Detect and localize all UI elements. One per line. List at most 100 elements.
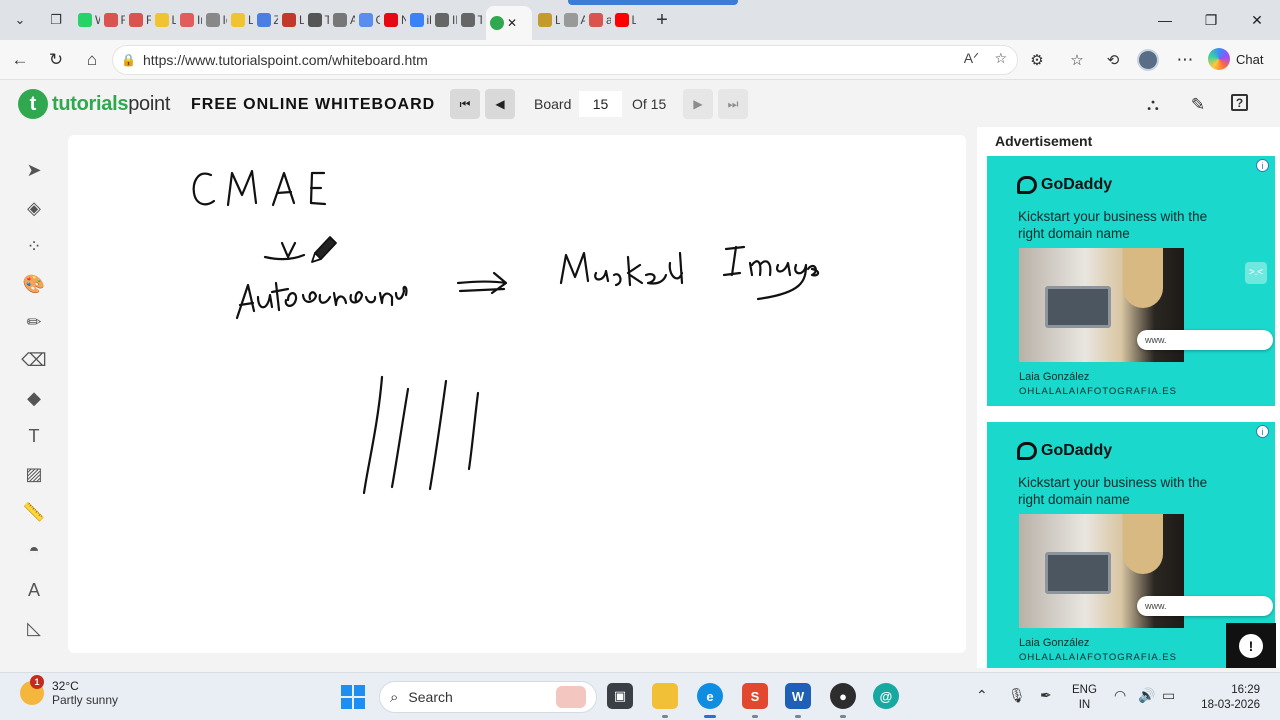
tab-1[interactable]: Re xyxy=(100,5,125,35)
tab-favicon-icon xyxy=(129,13,143,27)
tray-overflow-icon[interactable]: ⌃ xyxy=(976,687,988,704)
microphone-icon[interactable]: 🎙 xyxy=(1008,687,1026,704)
back-button[interactable]: ← xyxy=(5,46,35,74)
address-bar[interactable]: 🔒 https://www.tutorialspoint.com/whitebo… xyxy=(112,45,1018,75)
minimize-button[interactable]: — xyxy=(1142,0,1188,40)
pencil-tool[interactable]: ✏ xyxy=(14,307,54,337)
layers-icon: ◈ xyxy=(27,197,41,218)
restore-button[interactable]: ❐ xyxy=(1188,0,1234,40)
tab-favicon-icon xyxy=(384,13,398,27)
tab-10[interactable]: A I xyxy=(329,5,355,35)
image-tool[interactable]: ▨ xyxy=(14,459,54,489)
setsquare-tool[interactable]: ◺ xyxy=(14,613,54,643)
profile-avatar[interactable] xyxy=(1137,49,1159,71)
tab-after-3[interactable]: Liv xyxy=(611,5,636,35)
read-aloud-icon[interactable]: Aᐟ xyxy=(964,50,979,67)
history-icon[interactable]: ⟲ xyxy=(1098,46,1128,74)
language-indicator[interactable]: ENG IN xyxy=(1072,683,1097,713)
tab-favicon-icon xyxy=(460,13,475,27)
text-tool[interactable]: T xyxy=(14,421,54,451)
tab-6[interactable]: Le xyxy=(227,5,253,35)
extensions-icon[interactable]: ⚙ xyxy=(1022,46,1052,74)
obs-icon[interactable]: ● xyxy=(830,683,856,709)
tab-0[interactable]: Wh xyxy=(74,5,100,35)
layers-tool[interactable]: ◈ xyxy=(14,193,54,223)
grid-tool[interactable]: ⁘ xyxy=(14,231,54,261)
ad-info-icon[interactable]: i xyxy=(1256,159,1269,172)
protractor-tool[interactable]: ◓ xyxy=(14,535,54,565)
shapes-library-icon[interactable]: ⛬ xyxy=(1142,94,1164,116)
weather-widget[interactable]: 1 32°C Partly sunny xyxy=(20,675,118,707)
search-label: Search xyxy=(408,689,453,705)
compass-tool[interactable]: A xyxy=(14,575,54,605)
feedback-button[interactable]: ! xyxy=(1226,623,1276,668)
url-text: https://www.tutorialspoint.com/whiteboar… xyxy=(143,52,428,68)
file-explorer-icon[interactable] xyxy=(652,683,678,709)
task-view-icon[interactable]: ▣ xyxy=(607,683,633,709)
ad-info-icon[interactable]: i xyxy=(1256,425,1269,438)
more-menu-icon[interactable]: ⋯ xyxy=(1170,46,1200,74)
board-number-input[interactable] xyxy=(579,91,622,117)
tab-after-2[interactable]: art xyxy=(585,5,611,35)
battery-icon[interactable]: ▭ xyxy=(1162,687,1175,704)
select-tool[interactable]: ➤ xyxy=(14,155,54,185)
eraser-tool[interactable]: ⌫ xyxy=(14,345,54,375)
refresh-button[interactable]: ↻ xyxy=(41,46,71,74)
tab-12[interactable]: Ne xyxy=(380,5,406,35)
close-window-button[interactable]: ✕ xyxy=(1234,0,1280,40)
edge-browser-icon[interactable]: e xyxy=(697,683,723,709)
first-board-button[interactable]: ⏮ xyxy=(450,89,480,119)
palette-tool[interactable]: 🎨 xyxy=(14,269,54,299)
favorites-icon[interactable]: ☆ xyxy=(1062,46,1092,74)
copilot-chat-button[interactable]: Chat xyxy=(1208,48,1263,70)
tab-9[interactable]: Th xyxy=(304,5,329,35)
word-icon[interactable]: W xyxy=(785,683,811,709)
lang-line2: IN xyxy=(1078,699,1091,711)
close-tab-icon[interactable]: ✕ xyxy=(507,16,517,30)
tab-11[interactable]: Go xyxy=(355,5,380,35)
tab-13[interactable]: ibr xyxy=(406,5,431,35)
laptop-image xyxy=(1045,552,1111,594)
taskbar-search[interactable]: ⌕ Search xyxy=(379,681,597,713)
tab-3[interactable]: Lo xyxy=(151,5,176,35)
tab-active-whiteboard[interactable]: ✕ xyxy=(486,6,532,40)
edit-icon[interactable]: ✎ xyxy=(1187,94,1209,116)
whiteboard-header: t tutorialspoint FREE ONLINE WHITEBOARD … xyxy=(0,81,1280,127)
shapes-tool[interactable]: ◆ xyxy=(14,383,54,413)
godaddy-ad[interactable]: i GoDaddy Kickstart your business with the… xyxy=(987,156,1275,406)
ruler-tool[interactable]: 📏 xyxy=(14,497,54,527)
tab-4[interactable]: Int xyxy=(176,5,202,35)
compass-icon: A xyxy=(27,579,40,600)
tab-7[interactable]: Zo xyxy=(253,5,278,35)
tab-actions-button[interactable]: ⌄ xyxy=(4,5,36,35)
next-board-button[interactable]: ▶ xyxy=(683,89,713,119)
palette-icon: 🎨 xyxy=(22,273,46,294)
workspaces-icon[interactable]: ❐ xyxy=(40,5,72,35)
home-button[interactable]: ⌂ xyxy=(77,46,107,74)
pen-icon[interactable]: ✒ xyxy=(1040,687,1052,704)
last-board-button[interactable]: ⏭ xyxy=(718,89,748,119)
volume-icon[interactable]: 🔊 xyxy=(1138,687,1155,704)
cursor-icon: ➤ xyxy=(26,159,42,180)
tab-after-1[interactable]: Ar xyxy=(560,5,585,35)
tab-after-0[interactable]: Lir xyxy=(534,5,560,35)
windows-start-icon[interactable] xyxy=(341,685,365,709)
tab-14[interactable]: IBI xyxy=(431,5,457,35)
tab-5[interactable]: Ide xyxy=(202,5,227,35)
whiteboard-canvas[interactable] xyxy=(68,135,966,653)
system-clock[interactable]: 16:29 18-03-2026 xyxy=(1198,683,1260,713)
new-tab-button[interactable]: + xyxy=(646,5,678,35)
tutorialspoint-logo[interactable]: t tutorialspoint xyxy=(18,89,170,119)
tab-favicon-icon xyxy=(154,13,169,27)
text-icon: T xyxy=(28,425,40,446)
wifi-icon[interactable]: ◠ xyxy=(1114,687,1126,704)
tab-8[interactable]: Le xyxy=(278,5,304,35)
tab-2[interactable]: Re xyxy=(125,5,151,35)
app-swirl-icon[interactable]: @ xyxy=(873,683,899,709)
ad-brand-name: GoDaddy xyxy=(1041,176,1113,193)
help-icon[interactable]: ? xyxy=(1231,94,1248,111)
favorite-star-icon[interactable]: ☆ xyxy=(994,50,1007,67)
wps-office-icon[interactable]: S xyxy=(742,683,768,709)
tab-15[interactable]: Tra xyxy=(457,5,482,35)
previous-board-button[interactable]: ◀ xyxy=(485,89,515,119)
